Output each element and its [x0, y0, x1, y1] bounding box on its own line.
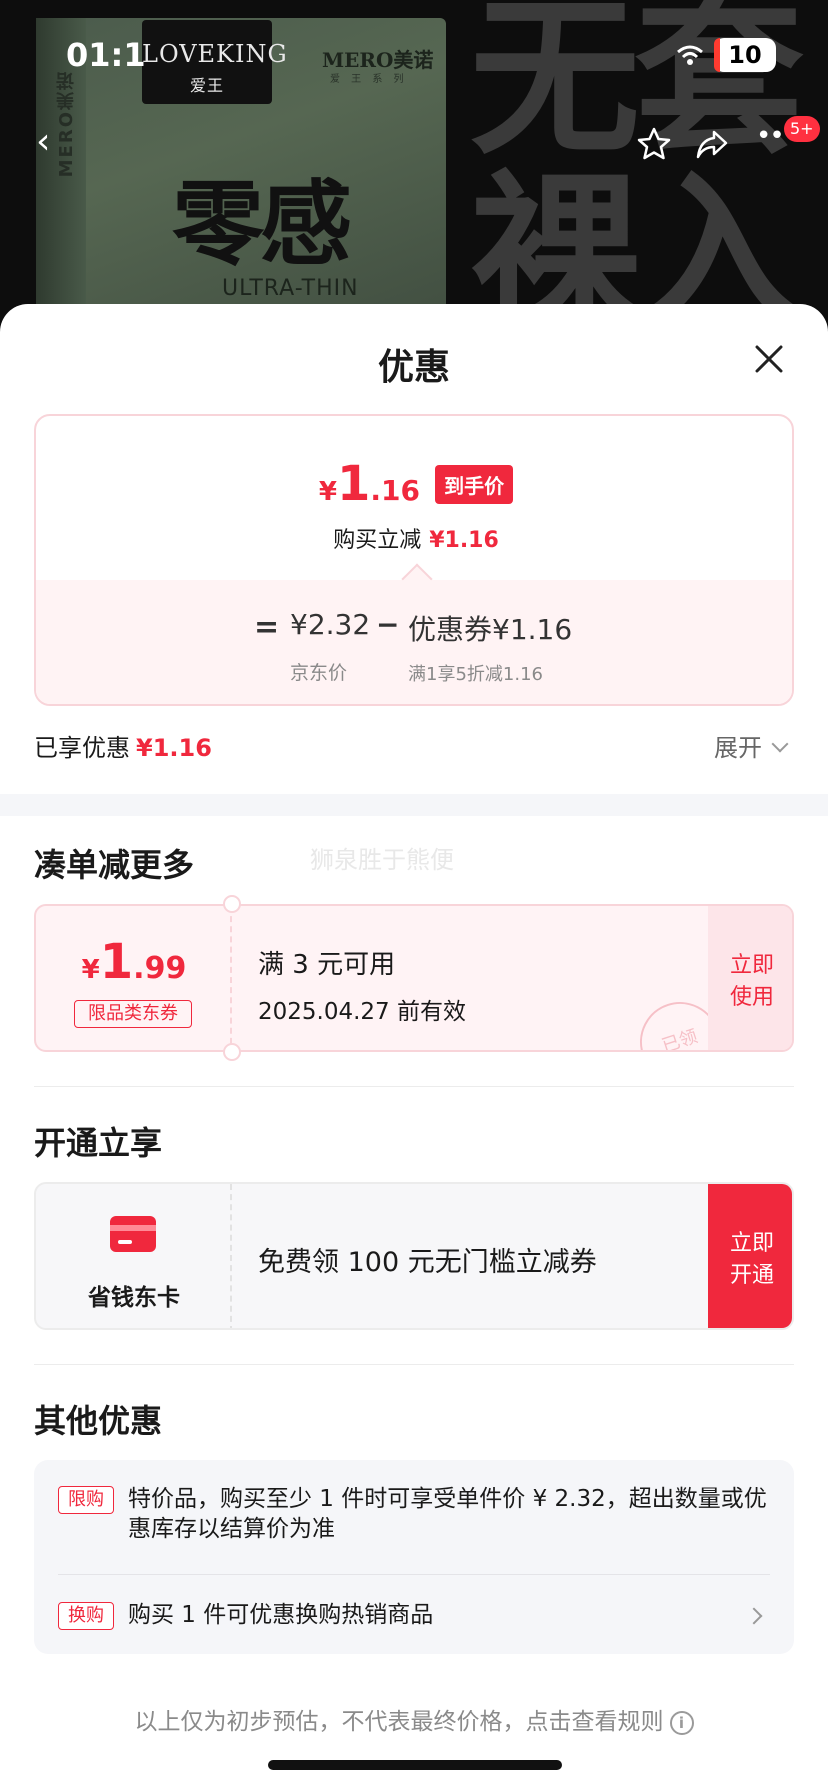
buy-reduce-row: 购买立减 ¥1.16 [36, 522, 792, 554]
final-price-dec: .16 [370, 474, 420, 507]
rules-note[interactable]: 以上仅为初步预估，不代表最终价格，点击查看规则 i [0, 1702, 828, 1736]
minus-sign: − [376, 608, 400, 641]
final-price-currency: ¥ [318, 477, 337, 507]
mero-sub: 爱 王 系 列 [330, 74, 408, 85]
final-price-int: 1 [336, 456, 371, 512]
final-price-tag: 到手价 [435, 465, 514, 504]
coupon-currency: ¥ [81, 955, 100, 985]
membership-card-description: 免费领 100 元无门槛立减券 [258, 1247, 597, 1278]
exchange-purchase-tag: 换购 [58, 1602, 114, 1630]
exchange-purchase-text[interactable]: 购买 1 件可优惠换购热销商品 [128, 1600, 768, 1630]
limit-purchase-text: 特价品，购买至少 1 件时可享受单件价 ¥ 2.32，超出数量或优惠库存以结算价… [128, 1486, 767, 1542]
membership-card-name: 省钱东卡 [88, 1285, 180, 1311]
expand-button[interactable]: 展开 [714, 728, 789, 763]
final-price-row: ¥1.16 到手价 [36, 456, 792, 512]
open-now-line-2: 开通 [729, 1263, 774, 1288]
rules-note-text: 以上仅为初步预估，不代表最终价格，点击查看规则 [134, 1709, 664, 1735]
open-now-button[interactable]: 立即 开通 [708, 1184, 792, 1328]
membership-card-left: 省钱东卡 [36, 1184, 232, 1328]
chevron-down-icon [771, 735, 789, 753]
buy-reduce-amount: ¥1.16 [429, 528, 499, 553]
enjoyed-amount: ¥1.16 [136, 734, 212, 762]
coupon-description: 满1享5折减1.16 [408, 664, 543, 685]
jd-price-label: 京东价 [290, 662, 348, 684]
coupon-amount: 优惠券¥1.16 [408, 613, 573, 646]
coupon-notch-top [223, 895, 241, 913]
section-title-other-offers: 其他优惠 [34, 1402, 163, 1440]
overlay-line-1: 无套 [470, 0, 804, 178]
membership-card: 省钱东卡 免费领 100 元无门槛立减券 立即 开通 [34, 1182, 794, 1330]
section-title-membership: 开通立享 [34, 1124, 163, 1162]
message-count-badge: 5+ [784, 116, 820, 142]
coupon-int: 1 [99, 934, 134, 990]
use-now-line-1: 立即 [729, 953, 774, 978]
enjoyed-discount: 已享优惠 ¥1.16 [34, 728, 212, 763]
info-icon[interactable]: i [669, 1711, 694, 1735]
offer-separator [58, 1574, 770, 1575]
other-offers-box: 限购 特价品，购买至少 1 件时可享受单件价 ¥ 2.32，超出数量或优惠库存以… [34, 1460, 794, 1654]
coupon-notch-bottom [223, 1043, 241, 1061]
battery-indicator: 10 [714, 38, 776, 72]
coupon-value: ¥1.99 [36, 934, 232, 990]
wifi-icon [677, 45, 703, 65]
status-time: 01:1 [66, 36, 146, 74]
coupon-validity: 2025.04.27 前有效 [258, 999, 466, 1025]
coupon-dec: .99 [133, 951, 187, 986]
final-price: ¥1.16 [319, 456, 420, 512]
section-title-more-savings: 凑单减更多 [34, 846, 195, 884]
jd-price: ¥2.32 [290, 608, 371, 641]
equals-sign: = [254, 610, 280, 645]
brand-badge: LOVEKING 爱王 [142, 20, 288, 104]
star-icon[interactable] [636, 126, 672, 162]
product-en-name: ULTRA-THIN [222, 276, 359, 301]
coupon-type-tag: 限品类东券 [74, 1000, 192, 1028]
brand-badge-bottom: 爱王 [189, 76, 224, 95]
share-icon[interactable] [694, 126, 730, 162]
open-now-line-1: 立即 [729, 1231, 774, 1256]
use-now-line-2: 使用 [729, 985, 774, 1010]
buy-reduce-label: 购买立减 [333, 528, 422, 553]
coupon-condition: 满 3 元可用 [258, 950, 396, 980]
chevron-left-icon: ‹ [36, 121, 51, 162]
close-icon[interactable] [750, 340, 788, 378]
discount-sheet: 优惠 ¥1.16 到手价 购买立减 ¥1.16 = ¥2.32 − 优惠券¥1.1… [0, 304, 828, 1792]
home-indicator[interactable] [268, 1760, 562, 1770]
coupon-value-area: ¥1.99 限品类东券 [36, 906, 232, 1050]
watermark-text: 狮泉胜于熊便 [310, 846, 454, 874]
credit-card-icon [110, 1216, 156, 1252]
mero-brand: MERO美诺 [322, 48, 434, 72]
price-breakdown-card: ¥1.16 到手价 购买立减 ¥1.16 = ¥2.32 − 优惠券¥1.16 京… [34, 414, 794, 706]
enjoyed-label: 已享优惠 [34, 734, 130, 762]
limit-purchase-tag: 限购 [58, 1486, 114, 1514]
product-name: 零感 [172, 170, 352, 278]
divider-line [34, 1086, 794, 1087]
use-now-button[interactable]: 立即 使用 [708, 906, 792, 1050]
sheet-title: 优惠 [377, 347, 450, 388]
back-button[interactable]: ‹ [36, 118, 68, 166]
expand-label: 展开 [714, 734, 762, 762]
brand-badge-top: LOVEKING [142, 40, 288, 68]
coupon-card: ¥1.99 限品类东券 满 3 元可用 2025.04.27 前有效 已领 立即… [34, 904, 794, 1052]
divider-line [34, 1364, 794, 1365]
section-divider [0, 794, 828, 816]
product-image-background: MERO美诺 LOVEKING 爱王 MERO美诺 爱 王 系 列 零感 ULT… [0, 0, 828, 330]
